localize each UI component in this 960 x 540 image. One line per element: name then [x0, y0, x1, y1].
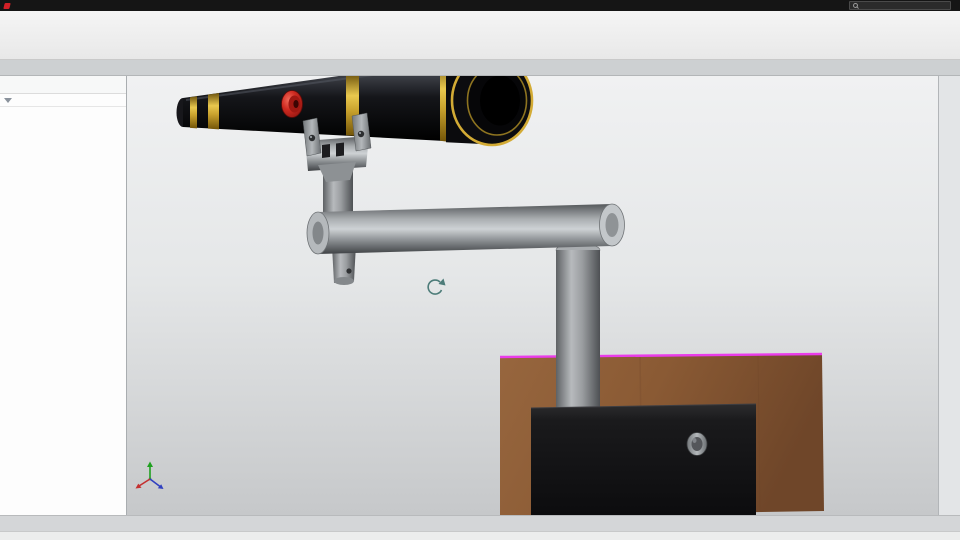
arm-right-cap-inner: [605, 213, 619, 237]
gold-ring: [190, 96, 197, 129]
search-commands-input[interactable]: [849, 1, 951, 10]
base-mount-panel[interactable]: [531, 404, 756, 515]
bracket-screw: [308, 134, 316, 142]
feature-tree: [0, 107, 126, 109]
bottom-bar-icons: [0, 516, 10, 531]
feature-manager-panel: [0, 76, 127, 515]
command-manager-tabrow: [0, 60, 960, 76]
bottom-tab-bar: [0, 515, 960, 531]
rotate-cursor-icon: [427, 278, 446, 295]
bracket-screw: [357, 130, 365, 138]
solidworks-logo: [3, 2, 12, 9]
solidworks-logo-icon: [3, 2, 11, 9]
focus-knob-center: [293, 100, 299, 108]
task-pane: [938, 76, 960, 515]
titlebar: [0, 0, 960, 11]
orientation-triad-icon: [135, 461, 164, 489]
model-3d-view[interactable]: [127, 76, 938, 515]
swivel-bottom: [334, 277, 354, 285]
gold-ring: [208, 93, 219, 130]
swivel-screw: [346, 268, 352, 274]
arm-left-cap-inner: [312, 221, 324, 245]
search-icon: [853, 3, 858, 8]
knob-highlight: [692, 438, 697, 443]
panel-tab-strip: [0, 76, 126, 94]
bracket-screw-highlight: [358, 131, 362, 135]
objective-lens: [480, 76, 520, 126]
graphics-area[interactable]: [127, 76, 938, 515]
bracket-slot: [336, 142, 344, 157]
status-bar: [0, 531, 960, 540]
post-component[interactable]: [556, 250, 600, 412]
bracket-screw-highlight: [309, 135, 313, 139]
tree-filter-row[interactable]: [0, 94, 126, 107]
bracket-slot: [322, 144, 330, 158]
command-manager-ribbon: [0, 11, 960, 60]
filter-icon: [4, 97, 12, 103]
arm-component[interactable]: [318, 204, 612, 254]
